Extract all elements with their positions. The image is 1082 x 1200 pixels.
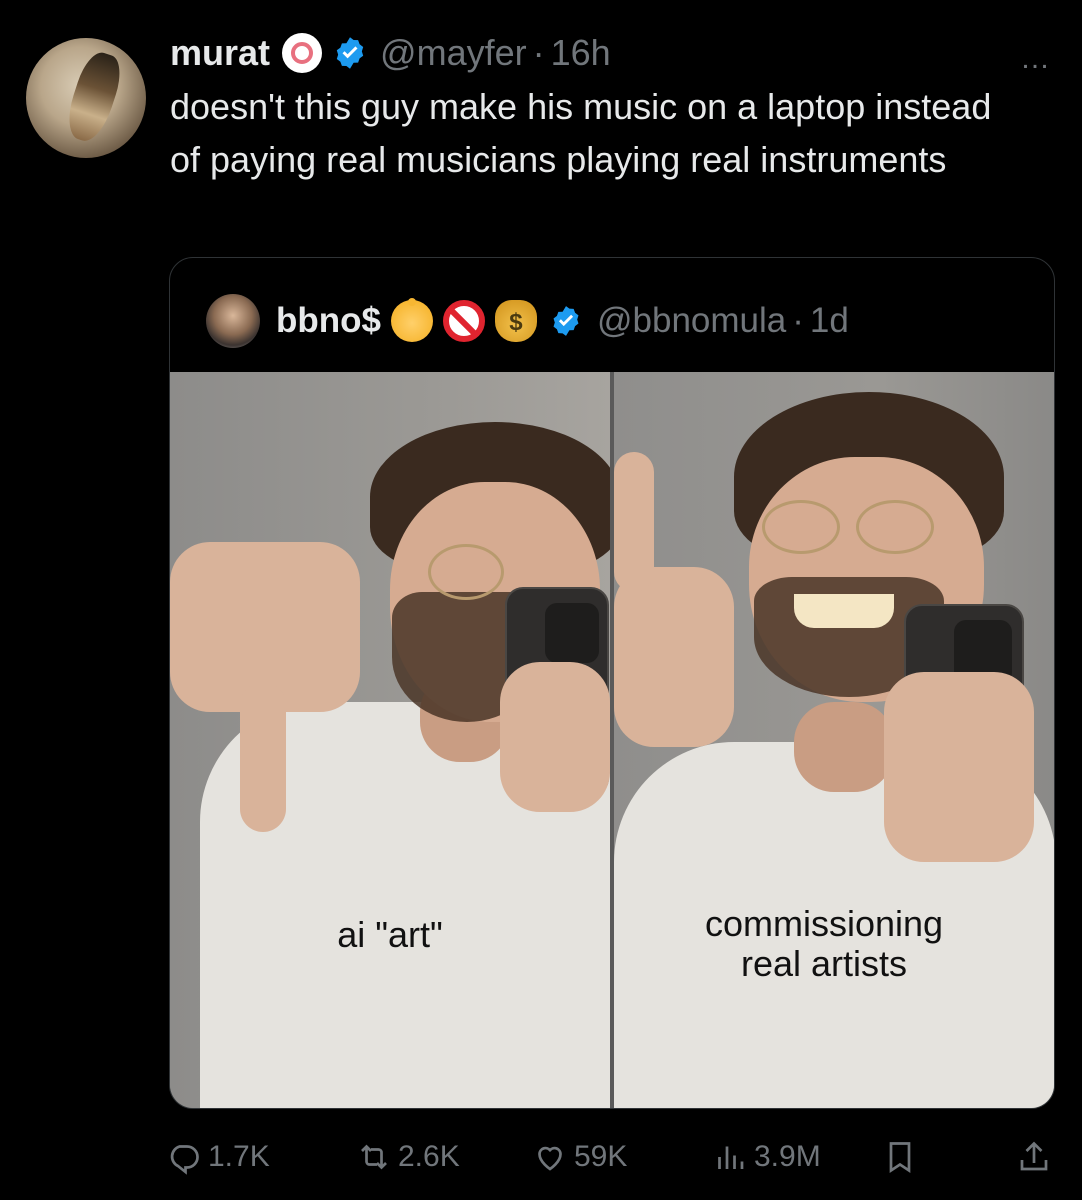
- left-caption: ai "art": [337, 914, 443, 955]
- more-options-icon[interactable]: …: [1020, 42, 1052, 76]
- retweet-button[interactable]: 2.6K: [356, 1130, 460, 1184]
- verified-badge-icon: [553, 306, 579, 336]
- quoted-author-avatar[interactable]: [206, 294, 260, 348]
- bookmark-icon: [889, 1142, 911, 1174]
- smile-shape: [794, 594, 894, 628]
- reply-count: 1.7K: [208, 1140, 270, 1173]
- phone-camera-shape: [545, 603, 599, 663]
- baby-icon: [390, 298, 433, 342]
- right-caption-line2: real artists: [740, 943, 908, 984]
- meme-panel-left: ai "art": [170, 372, 610, 1108]
- quoted-tweet[interactable]: bbno$ $ @bbnomula · 1d ai "art" commissi…: [169, 257, 1055, 1109]
- quoted-author-handle[interactable]: @bbnomula: [597, 301, 786, 341]
- quoted-tweet-header: bbno$ $ @bbnomula · 1d: [206, 294, 849, 348]
- tweet-actions: 1.7K 2.6K 59K 3.9M: [166, 1130, 1056, 1184]
- views-button[interactable]: 3.9M: [712, 1130, 821, 1184]
- right-caption-line1: commissioning: [704, 903, 944, 944]
- author-name[interactable]: murat: [170, 32, 270, 74]
- tweet-text: doesn't this guy make his music on a lap…: [170, 86, 992, 180]
- views-chart-icon: [718, 1146, 744, 1169]
- like-count: 59K: [574, 1140, 628, 1173]
- quoted-header-separator: ·: [792, 301, 804, 340]
- hand-shape: [884, 672, 1034, 862]
- bookmark-button[interactable]: [882, 1130, 924, 1184]
- thumbs-up-hand-shape: [614, 567, 734, 747]
- reply-button[interactable]: 1.7K: [166, 1130, 270, 1184]
- meme-panel-right: commissioning real artists: [614, 372, 1054, 1108]
- views-count: 3.9M: [754, 1140, 821, 1173]
- avatar-figure: [61, 48, 127, 146]
- glasses-shape: [762, 500, 840, 554]
- tweet-header: murat @mayfer · 16h: [170, 30, 611, 76]
- header-separator: ·: [532, 32, 545, 73]
- quoted-media-image[interactable]: ai "art" commissioning real artists: [170, 372, 1054, 1108]
- author-avatar[interactable]: [26, 38, 146, 158]
- author-handle[interactable]: @mayfer: [380, 32, 527, 74]
- quoted-tweet-time[interactable]: 1d: [810, 301, 849, 341]
- prohibited-icon: [442, 300, 485, 342]
- neck-shape: [794, 702, 894, 792]
- affiliation-badge-icon: [282, 33, 323, 73]
- tweet-time[interactable]: 16h: [551, 32, 611, 74]
- share-button[interactable]: [1016, 1130, 1058, 1184]
- thumb-shape: [614, 452, 654, 592]
- share-icon: [1020, 1141, 1048, 1171]
- right-caption: commissioning real artists: [674, 904, 974, 984]
- thumb-shape: [240, 682, 286, 832]
- reply-icon: [170, 1145, 199, 1175]
- quoted-author-name[interactable]: bbno$: [276, 301, 381, 341]
- retweet-icon: [361, 1144, 387, 1170]
- like-button[interactable]: 59K: [532, 1130, 627, 1184]
- retweet-count: 2.6K: [398, 1140, 460, 1173]
- verified-badge-icon: [336, 37, 364, 69]
- glasses-shape: [856, 500, 934, 554]
- hand-shape: [500, 662, 610, 812]
- glasses-shape: [428, 544, 504, 600]
- money-bag-icon: $: [494, 300, 537, 342]
- heart-icon: [538, 1146, 562, 1171]
